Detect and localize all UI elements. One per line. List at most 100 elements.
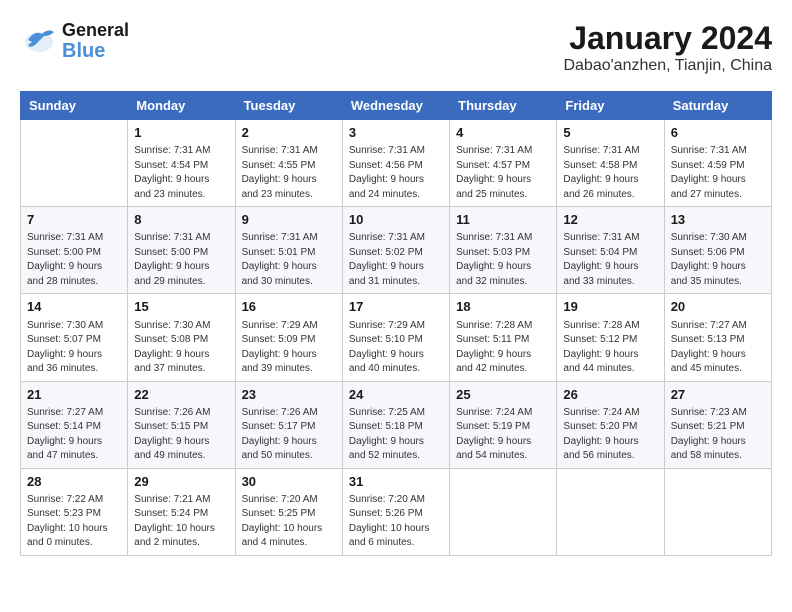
calendar-cell: 22 Sunrise: 7:26 AM Sunset: 5:15 PM Dayli… [128, 381, 235, 468]
day-number: 9 [242, 211, 336, 229]
day-info: Sunrise: 7:31 AM Sunset: 4:55 PM Dayligh… [242, 144, 336, 202]
day-info: Sunrise: 7:26 AM Sunset: 5:17 PM Dayligh… [242, 406, 336, 464]
calendar-cell: 28 Sunrise: 7:22 AM Sunset: 5:23 PM Dayli… [21, 468, 128, 555]
calendar-table: SundayMondayTuesdayWednesdayThursdayFrid… [20, 91, 772, 556]
calendar-cell: 25 Sunrise: 7:24 AM Sunset: 5:19 PM Dayli… [450, 381, 557, 468]
day-info: Sunrise: 7:31 AM Sunset: 4:58 PM Dayligh… [563, 144, 657, 202]
day-number: 22 [134, 386, 228, 404]
calendar-cell: 11 Sunrise: 7:31 AM Sunset: 5:03 PM Dayli… [450, 207, 557, 294]
calendar-cell [664, 468, 771, 555]
day-number: 28 [27, 473, 121, 491]
day-number: 19 [563, 298, 657, 316]
day-info: Sunrise: 7:26 AM Sunset: 5:15 PM Dayligh… [134, 406, 228, 464]
logo: General Blue [20, 20, 129, 63]
week-row-1: 1 Sunrise: 7:31 AM Sunset: 4:54 PM Daylig… [21, 120, 772, 207]
title-block: January 2024 Dabao'anzhen, Tianjin, Chin… [563, 20, 772, 75]
day-info: Sunrise: 7:23 AM Sunset: 5:21 PM Dayligh… [671, 406, 765, 464]
calendar-cell: 19Sunrise: 7:28 AM Sunset: 5:12 PM Dayli… [557, 294, 664, 381]
day-number: 11 [456, 211, 550, 229]
calendar-cell: 29 Sunrise: 7:21 AM Sunset: 5:24 PM Dayli… [128, 468, 235, 555]
day-info: Sunrise: 7:31 AM Sunset: 4:56 PM Dayligh… [349, 144, 443, 202]
calendar-cell: 13Sunrise: 7:30 AM Sunset: 5:06 PM Dayli… [664, 207, 771, 294]
calendar-cell: 9 Sunrise: 7:31 AM Sunset: 5:01 PM Daylig… [235, 207, 342, 294]
calendar-cell: 27 Sunrise: 7:23 AM Sunset: 5:21 PM Dayli… [664, 381, 771, 468]
week-row-5: 28 Sunrise: 7:22 AM Sunset: 5:23 PM Dayli… [21, 468, 772, 555]
calendar-cell: 16 Sunrise: 7:29 AM Sunset: 5:09 PM Dayli… [235, 294, 342, 381]
day-number: 14 [27, 298, 121, 316]
calendar-cell: 31 Sunrise: 7:20 AM Sunset: 5:26 PM Dayli… [342, 468, 449, 555]
week-row-4: 21 Sunrise: 7:27 AM Sunset: 5:14 PM Dayli… [21, 381, 772, 468]
calendar-cell: 24Sunrise: 7:25 AM Sunset: 5:18 PM Dayli… [342, 381, 449, 468]
day-number: 29 [134, 473, 228, 491]
calendar-cell: 5 Sunrise: 7:31 AM Sunset: 4:58 PM Daylig… [557, 120, 664, 207]
weekday-header-sunday: Sunday [21, 92, 128, 120]
day-number: 25 [456, 386, 550, 404]
day-number: 15 [134, 298, 228, 316]
day-number: 18 [456, 298, 550, 316]
day-number: 21 [27, 386, 121, 404]
day-number: 12 [563, 211, 657, 229]
calendar-cell: 18 Sunrise: 7:28 AM Sunset: 5:11 PM Dayli… [450, 294, 557, 381]
calendar-cell: 8 Sunrise: 7:31 AM Sunset: 5:00 PM Daylig… [128, 207, 235, 294]
week-row-3: 14Sunrise: 7:30 AM Sunset: 5:07 PM Dayli… [21, 294, 772, 381]
month-title: January 2024 [563, 20, 772, 57]
weekday-header-tuesday: Tuesday [235, 92, 342, 120]
weekday-header-wednesday: Wednesday [342, 92, 449, 120]
day-number: 16 [242, 298, 336, 316]
day-info: Sunrise: 7:31 AM Sunset: 4:57 PM Dayligh… [456, 144, 550, 202]
day-number: 7 [27, 211, 121, 229]
calendar-cell: 14Sunrise: 7:30 AM Sunset: 5:07 PM Dayli… [21, 294, 128, 381]
day-number: 23 [242, 386, 336, 404]
location-title: Dabao'anzhen, Tianjin, China [563, 57, 772, 75]
day-info: Sunrise: 7:27 AM Sunset: 5:14 PM Dayligh… [27, 406, 121, 464]
calendar-cell [557, 468, 664, 555]
calendar-cell: 17Sunrise: 7:29 AM Sunset: 5:10 PM Dayli… [342, 294, 449, 381]
day-info: Sunrise: 7:22 AM Sunset: 5:23 PM Dayligh… [27, 493, 121, 551]
day-info: Sunrise: 7:31 AM Sunset: 5:00 PM Dayligh… [27, 231, 121, 289]
day-info: Sunrise: 7:31 AM Sunset: 4:54 PM Dayligh… [134, 144, 228, 202]
day-info: Sunrise: 7:20 AM Sunset: 5:25 PM Dayligh… [242, 493, 336, 551]
day-info: Sunrise: 7:29 AM Sunset: 5:09 PM Dayligh… [242, 319, 336, 377]
day-number: 4 [456, 124, 550, 142]
day-info: Sunrise: 7:24 AM Sunset: 5:19 PM Dayligh… [456, 406, 550, 464]
logo-text: General Blue [62, 21, 129, 63]
calendar-cell [450, 468, 557, 555]
day-number: 27 [671, 386, 765, 404]
day-number: 31 [349, 473, 443, 491]
day-info: Sunrise: 7:31 AM Sunset: 5:03 PM Dayligh… [456, 231, 550, 289]
day-info: Sunrise: 7:31 AM Sunset: 5:01 PM Dayligh… [242, 231, 336, 289]
day-info: Sunrise: 7:28 AM Sunset: 5:11 PM Dayligh… [456, 319, 550, 377]
day-number: 13 [671, 211, 765, 229]
day-number: 26 [563, 386, 657, 404]
day-number: 10 [349, 211, 443, 229]
day-number: 5 [563, 124, 657, 142]
calendar-cell: 23 Sunrise: 7:26 AM Sunset: 5:17 PM Dayli… [235, 381, 342, 468]
calendar-cell: 20 Sunrise: 7:27 AM Sunset: 5:13 PM Dayli… [664, 294, 771, 381]
day-info: Sunrise: 7:25 AM Sunset: 5:18 PM Dayligh… [349, 406, 443, 464]
day-info: Sunrise: 7:27 AM Sunset: 5:13 PM Dayligh… [671, 319, 765, 377]
day-info: Sunrise: 7:31 AM Sunset: 5:04 PM Dayligh… [563, 231, 657, 289]
day-number: 6 [671, 124, 765, 142]
day-number: 3 [349, 124, 443, 142]
weekday-header-monday: Monday [128, 92, 235, 120]
weekday-header-row: SundayMondayTuesdayWednesdayThursdayFrid… [21, 92, 772, 120]
day-info: Sunrise: 7:30 AM Sunset: 5:08 PM Dayligh… [134, 319, 228, 377]
day-number: 2 [242, 124, 336, 142]
day-info: Sunrise: 7:31 AM Sunset: 5:00 PM Dayligh… [134, 231, 228, 289]
calendar-cell: 2 Sunrise: 7:31 AM Sunset: 4:55 PM Daylig… [235, 120, 342, 207]
day-info: Sunrise: 7:29 AM Sunset: 5:10 PM Dayligh… [349, 319, 443, 377]
calendar-cell: 30Sunrise: 7:20 AM Sunset: 5:25 PM Dayli… [235, 468, 342, 555]
calendar-cell: 12 Sunrise: 7:31 AM Sunset: 5:04 PM Dayli… [557, 207, 664, 294]
day-info: Sunrise: 7:21 AM Sunset: 5:24 PM Dayligh… [134, 493, 228, 551]
calendar-cell [21, 120, 128, 207]
weekday-header-saturday: Saturday [664, 92, 771, 120]
calendar-cell: 21 Sunrise: 7:27 AM Sunset: 5:14 PM Dayli… [21, 381, 128, 468]
day-number: 1 [134, 124, 228, 142]
day-info: Sunrise: 7:20 AM Sunset: 5:26 PM Dayligh… [349, 493, 443, 551]
week-row-2: 7 Sunrise: 7:31 AM Sunset: 5:00 PM Daylig… [21, 207, 772, 294]
calendar-cell: 15 Sunrise: 7:30 AM Sunset: 5:08 PM Dayli… [128, 294, 235, 381]
day-number: 8 [134, 211, 228, 229]
calendar-cell: 10Sunrise: 7:31 AM Sunset: 5:02 PM Dayli… [342, 207, 449, 294]
day-number: 20 [671, 298, 765, 316]
logo-bird-icon [20, 20, 58, 63]
